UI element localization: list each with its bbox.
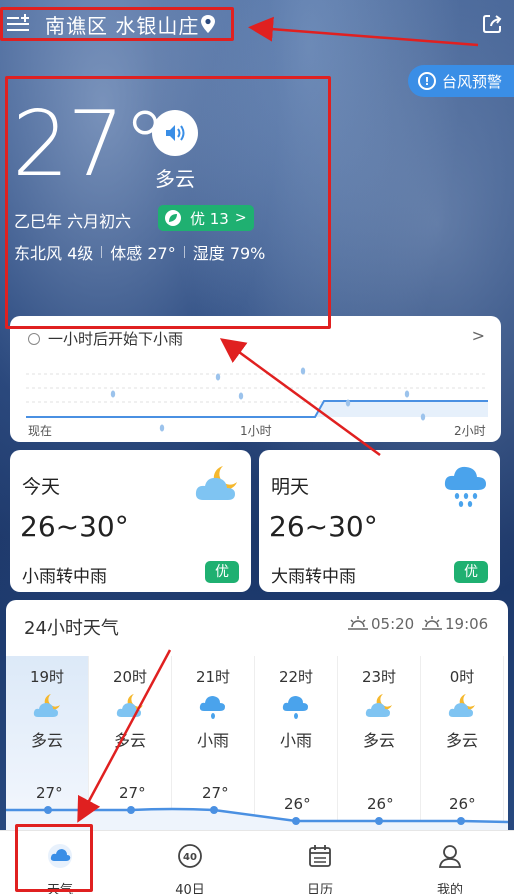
- day-air-quality: 优: [454, 561, 488, 583]
- day-temp-range: 26~30°: [20, 510, 129, 543]
- tab-label: 40日: [175, 883, 205, 894]
- weather-cloud-icon: [48, 844, 72, 868]
- axis-label-now: 现在: [28, 424, 53, 438]
- divider: [183, 246, 185, 258]
- bottom-tab-bar: 天气 40 40日 日历 我的: [0, 830, 514, 894]
- tomorrow-card[interactable]: 明天 26~30° 大雨转中雨 优: [259, 450, 500, 592]
- axis-label-2h: 2小时: [454, 424, 486, 438]
- day-condition: 大雨转中雨: [271, 567, 356, 587]
- hour-temp: 27°: [119, 784, 146, 802]
- tab-label: 我的: [436, 883, 463, 894]
- hour-temp: 27°: [36, 784, 63, 802]
- partly-cloudy-night-icon: [195, 466, 237, 500]
- speaker-icon: [166, 125, 185, 141]
- menu-settings-icon[interactable]: [7, 14, 29, 34]
- temp-point: [127, 806, 135, 814]
- warning-icon: !: [418, 72, 436, 90]
- location-title[interactable]: 南谯区 水银山庄: [45, 10, 199, 39]
- current-condition: 多云: [155, 167, 195, 191]
- tab-weather[interactable]: 天气: [20, 839, 100, 894]
- day-name: 明天: [271, 476, 310, 498]
- 40-day-icon: 40: [178, 844, 202, 868]
- profile-icon: [438, 845, 462, 868]
- hour-temp: 27°: [202, 784, 229, 802]
- hour-temp: 26°: [367, 795, 394, 813]
- typhoon-warning-label: 台风预警: [442, 72, 503, 91]
- temp-point: [210, 806, 218, 814]
- today-card[interactable]: 今天 26~30° 小雨转中雨 优: [10, 450, 251, 592]
- svg-text:40: 40: [183, 852, 197, 863]
- day-air-quality: 优: [205, 561, 239, 583]
- hour-temp: 26°: [449, 795, 476, 813]
- share-icon[interactable]: [481, 13, 503, 35]
- axis-label-1h: 1小时: [240, 424, 272, 438]
- humidity: 湿度 79%: [192, 244, 266, 263]
- tab-label: 日历: [306, 883, 333, 894]
- minute-precipitation-card[interactable]: 一小时后开始下小雨 > 现在 1小时 2小时: [10, 316, 501, 442]
- temp-point: [375, 817, 383, 825]
- current-temperature: 27°: [12, 92, 168, 197]
- location-pin-icon[interactable]: [199, 14, 217, 34]
- calendar-icon: [309, 845, 331, 867]
- day-name: 今天: [22, 476, 61, 498]
- air-quality-badge[interactable]: 优 13 >: [158, 205, 254, 231]
- lunar-date: 乙巳年 六月初六: [14, 212, 132, 231]
- hour-temp: 26°: [284, 795, 311, 813]
- temp-point: [457, 817, 465, 825]
- heavy-rain-icon: [444, 466, 486, 507]
- temp-point: [292, 817, 300, 825]
- day-temp-range: 26~30°: [269, 510, 378, 543]
- feels-like: 体感 27°: [110, 244, 176, 263]
- chevron-right-icon: >: [234, 210, 247, 226]
- tab-profile[interactable]: 我的: [410, 839, 490, 894]
- voice-broadcast-button[interactable]: [152, 110, 198, 156]
- wind-info: 东北风 4级: [14, 244, 94, 263]
- tab-label: 天气: [46, 883, 73, 894]
- temp-point: [44, 806, 52, 814]
- air-quality-value: 优 13: [190, 209, 229, 228]
- typhoon-warning-button[interactable]: ! 台风预警: [408, 65, 514, 97]
- leaf-icon: [165, 210, 181, 226]
- current-details: 东北风 4级 体感 27° 湿度 79%: [14, 240, 265, 264]
- day-condition: 小雨转中雨: [22, 567, 107, 587]
- header: 南谯区 水银山庄: [0, 0, 514, 46]
- hourly-temperature-line: [6, 806, 508, 830]
- hourly-forecast-card[interactable]: 24小时天气 05:20 19:06 19时 多云 20时 多云 21时 小雨 22时 小雨 2…: [6, 600, 508, 830]
- divider: [101, 246, 103, 258]
- tab-calendar[interactable]: 日历: [280, 839, 360, 894]
- tab-40-days[interactable]: 40 40日: [150, 839, 230, 894]
